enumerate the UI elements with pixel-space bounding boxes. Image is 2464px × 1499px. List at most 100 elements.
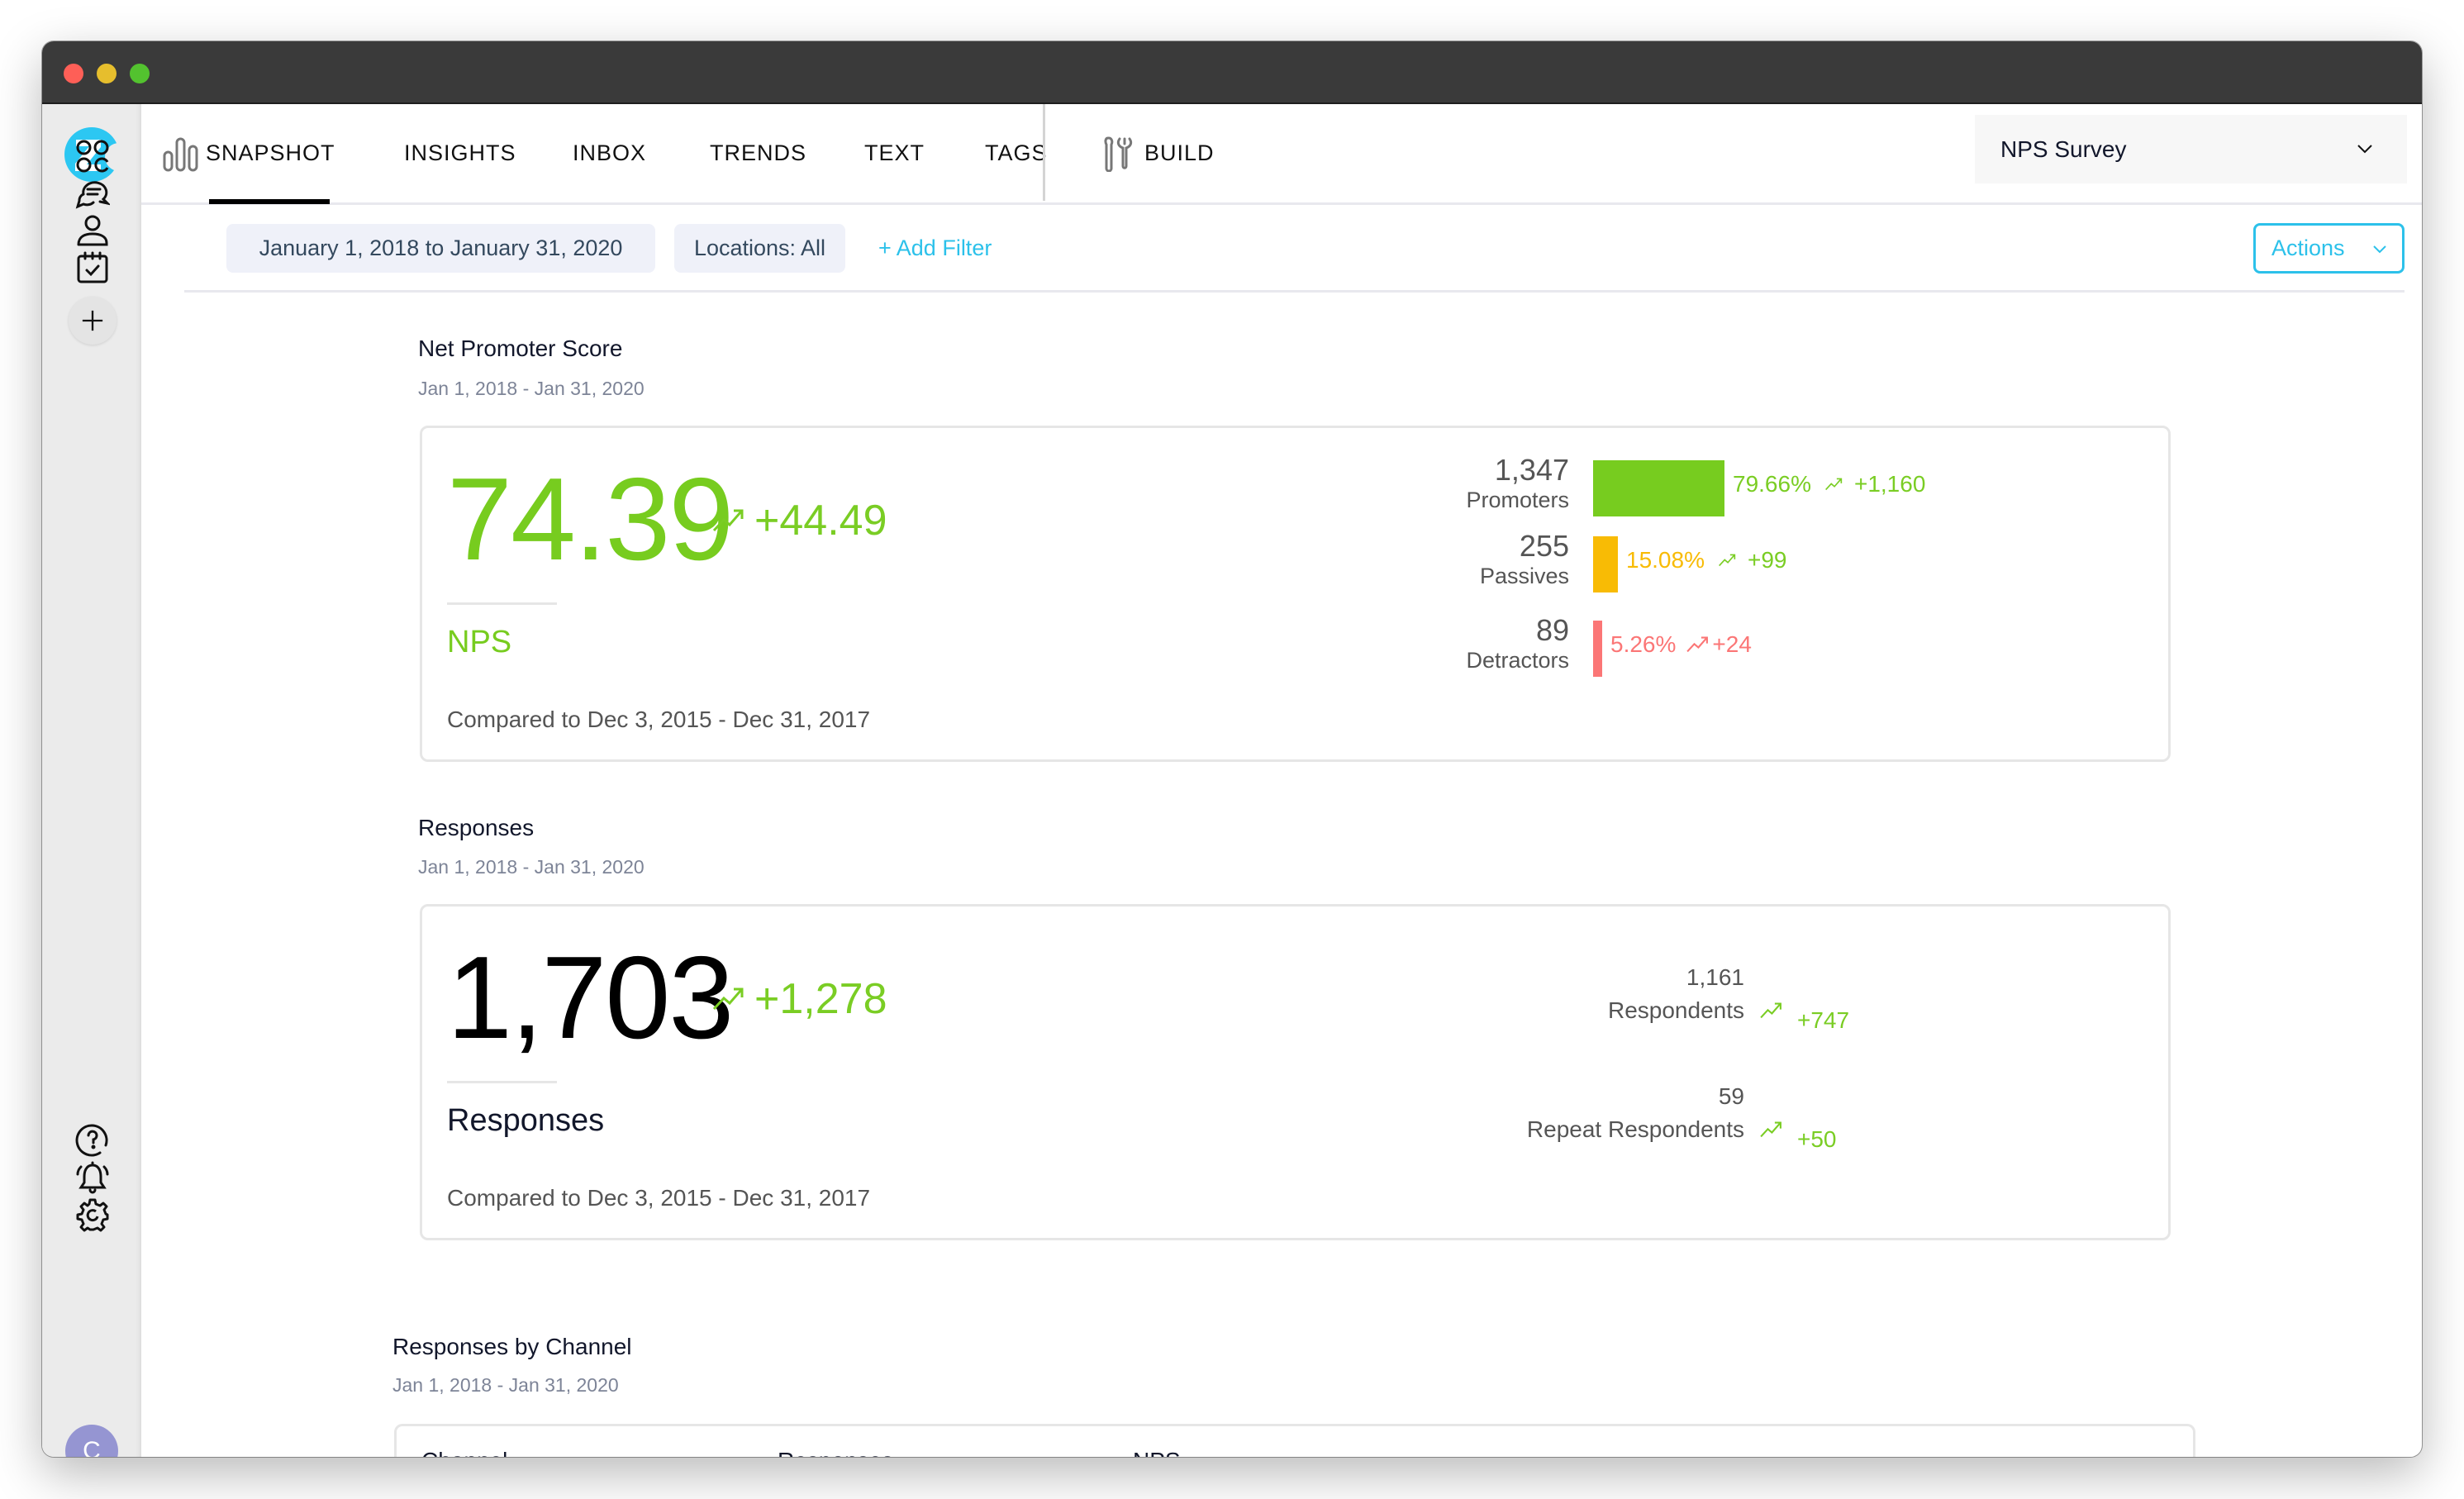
- actions-label: Actions: [2271, 236, 2345, 260]
- promoters-count: 1,347: [1494, 453, 1569, 487]
- date-range-label: January 1, 2018 to January 31, 2020: [259, 236, 623, 260]
- avatar-initial: C: [83, 1437, 101, 1457]
- calendar-check-icon: [77, 251, 108, 283]
- passives-delta: +99: [1747, 547, 1787, 573]
- chevron-down-icon: [2373, 245, 2386, 254]
- tab-label: TAGS: [985, 140, 1048, 165]
- trend-up-icon: [712, 509, 744, 532]
- actions-button[interactable]: Actions: [2253, 223, 2405, 274]
- zoom-window-button[interactable]: [130, 64, 150, 83]
- title-bar: [42, 41, 2422, 104]
- promoters-delta: +1,160: [1853, 471, 1926, 497]
- channel-section-title: Responses by Channel: [392, 1334, 632, 1359]
- tab-label: TRENDS: [710, 140, 807, 165]
- repeat-respondents-label: Repeat Respondents: [1526, 1116, 1744, 1142]
- respondents-delta: +747: [1759, 994, 1849, 1034]
- detractors-label: Detractors: [1466, 648, 1569, 673]
- divider: [447, 1081, 557, 1083]
- user-avatar[interactable]: C: [65, 1425, 118, 1457]
- chevron-down-icon: [2357, 145, 2372, 154]
- tab-build[interactable]: BUILD: [1101, 104, 1215, 202]
- trend-up-icon: [1825, 478, 1843, 491]
- locations-filter[interactable]: Locations: All: [674, 224, 845, 273]
- sidebar-add-button[interactable]: [69, 297, 117, 345]
- app-window: C SNAPSHOT INSIGHTS INBOX TRENDS TEXT TA…: [42, 41, 2422, 1457]
- column-header-nps[interactable]: NPS: [1133, 1448, 1181, 1457]
- chat-bubbles-icon: [75, 181, 110, 209]
- responses-delta-value: +1,278: [754, 975, 887, 1023]
- passives-count: 255: [1519, 529, 1569, 563]
- responses-delta: +1,278: [711, 974, 887, 1024]
- survey-select[interactable]: NPS Survey: [1975, 115, 2407, 183]
- add-filter-button[interactable]: + Add Filter: [878, 224, 992, 273]
- respondents-label: Respondents: [1607, 997, 1744, 1023]
- nps-delta-value: +44.49: [754, 497, 887, 545]
- tab-inbox[interactable]: INBOX: [573, 104, 646, 202]
- sidebar-item-help[interactable]: [75, 1122, 110, 1157]
- trend-up-icon: [1719, 554, 1736, 567]
- plus-icon: [82, 310, 103, 331]
- nps-value: 74.39: [447, 454, 734, 585]
- minimize-window-button[interactable]: [97, 64, 117, 83]
- add-filter-label: + Add Filter: [878, 236, 992, 260]
- tab-snapshot[interactable]: SNAPSHOT: [163, 104, 335, 202]
- responses-section-date: Jan 1, 2018 - Jan 31, 2020: [418, 856, 645, 878]
- survey-select-value: NPS Survey: [2000, 136, 2127, 162]
- bell-icon: [76, 1161, 109, 1194]
- sidebar-item-tasks[interactable]: [75, 250, 110, 285]
- tools-icon: [1104, 136, 1133, 172]
- gear-icon: [76, 1198, 109, 1232]
- repeat-respondents-count: 59: [1718, 1083, 1744, 1109]
- detractors-delta: +24: [1712, 631, 1752, 657]
- trend-up-icon: [1760, 1002, 1781, 1019]
- tab-label: BUILD: [1144, 140, 1215, 165]
- tab-tags[interactable]: TAGS: [985, 104, 1048, 202]
- column-header-channel[interactable]: Channel: [421, 1448, 507, 1457]
- detractors-stat: 5.26% +24: [1610, 631, 1752, 658]
- detractors-percent: 5.26%: [1610, 631, 1677, 657]
- nps-section-title: Net Promoter Score: [418, 335, 623, 361]
- passives-bar: [1593, 536, 1618, 592]
- tab-trends[interactable]: TRENDS: [710, 104, 806, 202]
- nps-compared-text: Compared to Dec 3, 2015 - Dec 31, 2017: [447, 707, 871, 732]
- sidebar-item-contacts[interactable]: [75, 213, 110, 248]
- promoters-percent: 79.66%: [1733, 471, 1811, 497]
- trend-up-icon: [1686, 636, 1709, 653]
- tab-label: INBOX: [573, 140, 647, 165]
- passives-label: Passives: [1479, 564, 1569, 588]
- trend-up-icon: [712, 987, 744, 1011]
- detractors-count: 89: [1535, 613, 1569, 647]
- nps-card: 74.39 +44.49 NPS Compared to Dec 3, 2015…: [420, 426, 2171, 762]
- user-icon: [77, 215, 108, 246]
- nps-section-date: Jan 1, 2018 - Jan 31, 2020: [418, 378, 645, 399]
- column-header-responses[interactable]: Responses: [778, 1448, 893, 1457]
- sidebar-item-notifications[interactable]: [75, 1160, 110, 1195]
- trend-up-icon: [1760, 1121, 1781, 1138]
- locations-label: Locations: All: [693, 236, 826, 260]
- promoters-bar: [1593, 460, 1724, 516]
- passives-percent: 15.08%: [1626, 547, 1705, 573]
- help-circle-icon: [75, 1124, 108, 1157]
- responses-compared-text: Compared to Dec 3, 2015 - Dec 31, 2017: [447, 1185, 871, 1211]
- sidebar-item-dashboard[interactable]: [75, 139, 110, 174]
- sidebar-item-settings[interactable]: [75, 1197, 110, 1232]
- channel-table: Channel Responses NPS: [394, 1424, 2195, 1457]
- tab-label: TEXT: [864, 140, 925, 165]
- nps-label: NPS: [447, 625, 512, 659]
- responses-section-title: Responses: [418, 815, 535, 840]
- close-window-button[interactable]: [64, 64, 83, 83]
- top-nav: SNAPSHOT INSIGHTS INBOX TRENDS TEXT TAGS…: [141, 104, 2422, 205]
- active-tab-indicator: [209, 199, 330, 204]
- divider: [447, 602, 557, 605]
- tab-insights[interactable]: INSIGHTS: [404, 104, 516, 202]
- responses-label: Responses: [447, 1103, 605, 1138]
- sidebar-item-conversations[interactable]: [75, 176, 110, 211]
- date-range-filter[interactable]: January 1, 2018 to January 31, 2020: [226, 224, 655, 273]
- channel-section-date: Jan 1, 2018 - Jan 31, 2020: [392, 1374, 619, 1396]
- tab-label: INSIGHTS: [404, 140, 516, 165]
- responses-value: 1,703: [447, 932, 734, 1064]
- tab-text[interactable]: TEXT: [864, 104, 925, 202]
- promoters-stat: 79.66% +1,160: [1733, 471, 1925, 497]
- sidebar: C: [42, 104, 141, 1457]
- filter-bar: January 1, 2018 to January 31, 2020 Loca…: [184, 223, 2405, 293]
